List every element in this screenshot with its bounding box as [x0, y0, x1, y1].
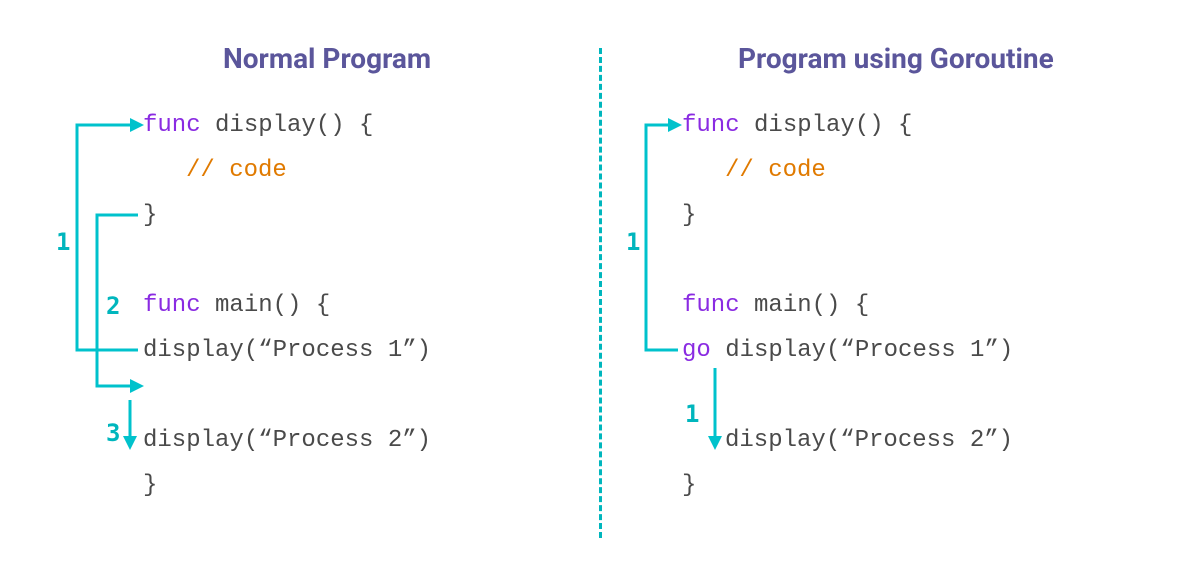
right-line-1-rest: display() { — [740, 112, 913, 139]
right-line-2: // code — [725, 157, 826, 184]
right-title: Program using Goroutine — [738, 42, 1054, 75]
kw-go: go — [682, 337, 711, 364]
left-title: Normal Program — [223, 42, 431, 75]
right-line-4: func main() { — [682, 292, 869, 319]
cm-code: // code — [725, 157, 826, 184]
left-step-2: 2 — [106, 292, 120, 320]
left-line-7: } — [143, 472, 157, 499]
left-line-1: func display() { — [143, 112, 373, 139]
left-line-3: } — [143, 202, 157, 229]
left-line-4-rest: main() { — [201, 292, 331, 319]
right-line-6: display(“Process 2”) — [725, 427, 1013, 454]
left-step-1: 1 — [56, 228, 70, 256]
left-line-2: // code — [186, 157, 287, 184]
right-line-1: func display() { — [682, 112, 912, 139]
left-line-4: func main() { — [143, 292, 330, 319]
kw-func: func — [682, 292, 740, 319]
right-line-3: } — [682, 202, 696, 229]
left-line-1-rest: display() { — [201, 112, 374, 139]
right-line-5-rest: display(“Process 1”) — [711, 337, 1013, 364]
right-line-4-rest: main() { — [740, 292, 870, 319]
kw-func: func — [143, 292, 201, 319]
kw-func: func — [143, 112, 201, 139]
kw-func: func — [682, 112, 740, 139]
left-line-5: display(“Process 1”) — [143, 337, 431, 364]
left-step-3: 3 — [106, 419, 120, 447]
left-flow-arrows — [0, 0, 600, 580]
cm-code: // code — [186, 157, 287, 184]
left-line-6: display(“Process 2”) — [143, 427, 431, 454]
right-line-5: go display(“Process 1”) — [682, 337, 1013, 364]
right-line-7: } — [682, 472, 696, 499]
right-step-2: 1 — [685, 400, 699, 428]
right-step-1: 1 — [626, 228, 640, 256]
divider — [599, 48, 602, 538]
